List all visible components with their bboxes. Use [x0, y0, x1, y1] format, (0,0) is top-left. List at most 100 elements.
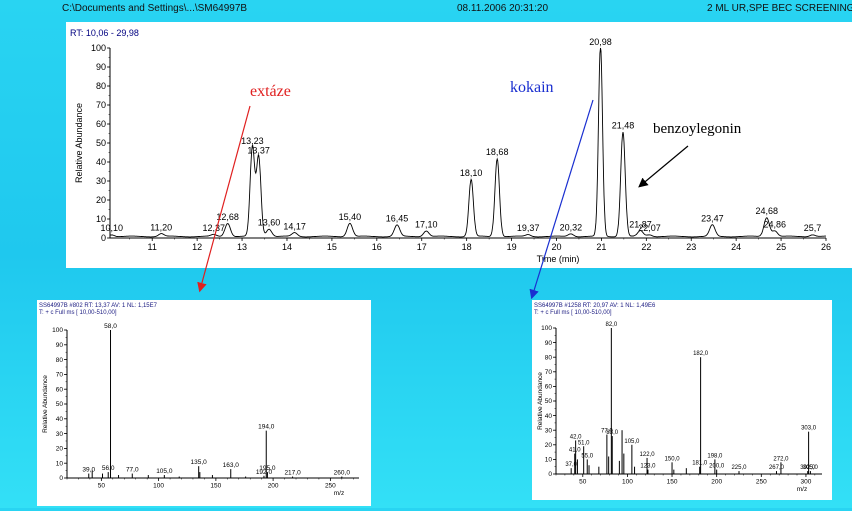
- spectrum-peak-label: 122,0: [640, 452, 656, 458]
- x-axis-label: m/z: [797, 486, 807, 493]
- x-axis-label: m/z: [334, 490, 344, 497]
- y-axis-label: Relative Abundance: [42, 375, 49, 433]
- x-tick-label: 100: [153, 483, 164, 490]
- spectrum-peak-label: 123,0: [640, 464, 656, 470]
- y-tick-label: 70: [545, 369, 553, 376]
- peak-label: 20,32: [560, 222, 583, 232]
- rt-range-label: RT: 10,06 - 29,98: [70, 28, 139, 38]
- x-tick-label: 24: [731, 242, 741, 252]
- window-header: C:\Documents and Settings\...\SM64997B 0…: [62, 0, 852, 22]
- spectrum-peak-label: 195,0: [259, 465, 276, 472]
- x-tick-label: 16: [372, 242, 382, 252]
- x-tick-label: 12: [192, 242, 202, 252]
- x-tick-label: 300: [801, 479, 812, 486]
- y-axis-label: Relative Abundance: [74, 103, 84, 183]
- x-tick-label: 20: [551, 242, 561, 252]
- method-name: 2 ML UR,SPE BEC SCREENING FRA: [707, 3, 852, 14]
- spectrum-peak-label: 303,0: [801, 426, 817, 432]
- y-tick-label: 0: [548, 471, 552, 478]
- x-tick-label: 150: [210, 483, 221, 490]
- spectrum-peak-label: 51,0: [578, 440, 590, 446]
- y-tick-label: 10: [545, 457, 553, 464]
- peak-label: 23,47: [701, 214, 724, 224]
- peak-label: 18,10: [460, 168, 483, 178]
- acquisition-datetime: 08.11.2006 20:31:20: [457, 3, 549, 14]
- peak-label: 11,20: [150, 222, 172, 232]
- x-tick-label: 250: [756, 479, 767, 486]
- y-tick-label: 30: [56, 431, 64, 438]
- spectrum-peak-label: 55,0: [581, 453, 593, 459]
- y-tick-label: 10: [56, 460, 64, 467]
- spectrum-peak-label: 260,0: [334, 470, 351, 477]
- y-tick-label: 50: [56, 401, 64, 408]
- peak-label: 25,7: [804, 223, 822, 233]
- y-tick-label: 90: [56, 342, 64, 349]
- x-tick-label: 200: [711, 479, 722, 486]
- y-tick-label: 70: [56, 372, 64, 379]
- x-tick-label: 21: [596, 242, 606, 252]
- y-tick-label: 40: [96, 157, 106, 167]
- y-tick-label: 60: [96, 119, 106, 129]
- spectrum-peak-label: 200,0: [709, 464, 725, 470]
- peak-label: 24,68: [755, 206, 778, 216]
- peak-label: 13,60: [258, 218, 281, 228]
- x-tick-label: 15: [327, 242, 337, 252]
- x-tick-label: 50: [98, 483, 106, 490]
- y-tick-label: 50: [96, 138, 106, 148]
- chromatogram-panel: RT: 10,06 - 29,98 0 10 20 30 40 50 60 70 80 90 100…: [66, 22, 852, 268]
- peak-label: 20,98: [589, 37, 612, 47]
- x-tick-label: 13: [237, 242, 247, 252]
- spectrum-left-chart: SS64997B #802 RT: 13,37 AV: 1 NL: 1,15E7…: [39, 303, 359, 497]
- y-tick-label: 90: [96, 62, 106, 72]
- spectrum-peak-label: 181,0: [692, 461, 708, 467]
- y-tick-label: 20: [545, 442, 553, 449]
- y-tick-label: 50: [545, 398, 553, 405]
- peak-label: 14,17: [283, 221, 306, 231]
- peak-label: 21,48: [612, 121, 635, 131]
- chromatogram-trace: [109, 47, 826, 238]
- x-tick-label: 14: [282, 242, 292, 252]
- peak-label: 24,86: [764, 219, 787, 229]
- x-tick-label: 26: [821, 242, 831, 252]
- spectrum-peak-label: 83,0: [606, 430, 618, 436]
- peak-label: 12,68: [216, 212, 239, 222]
- y-tick-label: 40: [56, 416, 64, 423]
- y-tick-label: 100: [91, 43, 106, 53]
- spectrum-peak-label: 194,0: [258, 424, 275, 431]
- spectrum-peak-label: 105,0: [624, 439, 640, 445]
- x-tick-label: 19: [507, 242, 517, 252]
- y-tick-label: 20: [96, 195, 106, 205]
- chromatogram-chart: 010203040506070809010011 12 13 14 15 16 17 18 19…: [74, 37, 831, 264]
- peak-label: 16,45: [386, 214, 409, 224]
- spectrum-right-panel: SS64997B #1258 RT: 20,97 AV: 1 NL: 1,49E…: [532, 300, 832, 500]
- spectrum-peak-label: 267,0: [769, 465, 785, 471]
- spectrum-peak-label: 225,0: [731, 465, 747, 471]
- spectrum-peak-label: 39,0: [82, 467, 95, 474]
- y-tick-label: 60: [56, 386, 64, 393]
- spectrum-peak-label: 41,0: [569, 448, 581, 454]
- x-tick-label: 17: [417, 242, 427, 252]
- peak-label: 13,23: [241, 136, 264, 146]
- peak-label: 13,37: [247, 145, 270, 155]
- spectrum-left-panel: SS64997B #802 RT: 13,37 AV: 1 NL: 1,15E7…: [37, 300, 371, 506]
- x-tick-label: 11: [148, 242, 157, 252]
- x-tick-label: 23: [686, 242, 696, 252]
- spectrum-header-line2: T: + c Full ms [ 10,00-510,00]: [39, 310, 117, 316]
- peak-label: 15,40: [339, 212, 362, 222]
- x-tick-label: 50: [579, 479, 587, 486]
- x-tick-label: 100: [622, 479, 633, 486]
- peak-label: 10,10: [101, 223, 124, 233]
- y-tick-label: 70: [96, 100, 106, 110]
- x-tick-label: 200: [268, 483, 279, 490]
- x-axis-label: Time (min): [537, 254, 580, 264]
- spectrum-header-line2: T: + c Full ms [ 10,00-510,00]: [534, 310, 612, 316]
- spectrum-peak-label: 56,0: [102, 465, 115, 472]
- y-tick-label: 0: [101, 233, 106, 243]
- spectrum-header-line1: SS64997B #802 RT: 13,37 AV: 1 NL: 1,15E7: [39, 303, 158, 309]
- y-tick-label: 20: [56, 446, 64, 453]
- y-tick-label: 80: [56, 357, 64, 364]
- y-tick-label: 100: [52, 327, 63, 334]
- y-tick-label: 0: [59, 475, 63, 482]
- peak-label: 19,37: [517, 223, 540, 233]
- spectrum-peak-label: 305,0: [803, 465, 819, 471]
